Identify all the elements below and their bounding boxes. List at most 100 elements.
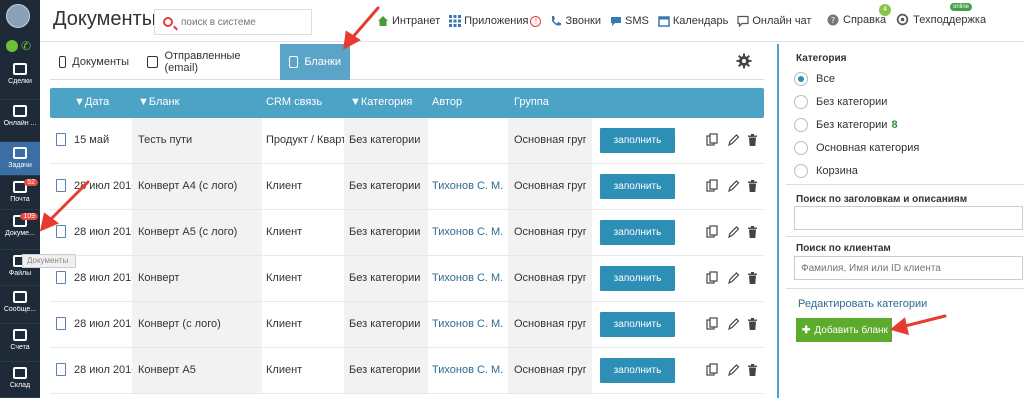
fill-button[interactable]: заполнить xyxy=(600,220,675,245)
rail-item-1[interactable]: Сделки xyxy=(0,58,40,100)
edit-pencil-icon[interactable] xyxy=(727,225,740,239)
category-radio[interactable] xyxy=(794,72,808,86)
rail-item-4[interactable]: Почта 52 xyxy=(0,176,40,210)
copy-icon[interactable] xyxy=(706,179,719,193)
cell-blank[interactable]: Конверт xyxy=(138,256,260,301)
category-label: Категория xyxy=(796,53,847,64)
page-title: Документы xyxy=(53,8,157,30)
help-icon: ? xyxy=(827,14,839,25)
trash-icon[interactable] xyxy=(746,363,759,377)
table-row[interactable]: 28 июл 2016 Конверт (с лого) Клиент Без кат… xyxy=(50,302,764,348)
cell-blank[interactable]: Конверт А4 (с лого) xyxy=(138,164,260,209)
table-row[interactable]: 15 май Тесть пути Продукт / Кварт Без катег… xyxy=(50,118,764,164)
edit-pencil-icon[interactable] xyxy=(727,363,740,377)
edit-pencil-icon[interactable] xyxy=(727,317,740,331)
copy-icon[interactable] xyxy=(706,317,719,331)
document-file-icon xyxy=(56,271,66,284)
copy-icon[interactable] xyxy=(706,133,719,147)
trash-icon[interactable] xyxy=(746,225,759,239)
rail-item-8[interactable]: Счета xyxy=(0,324,40,362)
cell-author[interactable]: Тихонов С. М. xyxy=(432,256,508,301)
col-group[interactable]: Группа xyxy=(514,96,549,108)
trash-icon[interactable] xyxy=(746,179,759,193)
edit-pencil-icon[interactable] xyxy=(727,179,740,193)
search-titles-input[interactable] xyxy=(794,206,1023,230)
nav-help[interactable]: ? Справка xyxy=(827,14,886,26)
nav-sms[interactable]: SMS xyxy=(610,15,649,27)
table-row[interactable]: 28 июл 2016 Конверт А4 (с лого) Клиент Без … xyxy=(50,164,764,210)
search-clients-input[interactable] xyxy=(794,256,1023,280)
category-option-label: Основная категория xyxy=(816,142,920,154)
nav-calendar[interactable]: Календарь xyxy=(658,15,728,27)
col-author[interactable]: Автор xyxy=(432,96,462,108)
tab-sent-email[interactable]: Отправленные (email) xyxy=(138,44,280,80)
cell-blank[interactable]: Конверт (с лого) xyxy=(138,302,260,347)
fill-button[interactable]: заполнить xyxy=(600,358,675,383)
trash-icon[interactable] xyxy=(746,317,759,331)
cell-author[interactable]: Тихонов С. М. xyxy=(432,302,508,347)
category-option[interactable]: Основная категория xyxy=(816,142,919,154)
fill-button[interactable]: заполнить xyxy=(600,266,675,291)
copy-icon[interactable] xyxy=(706,271,719,285)
app-window: ✆ Сделки Онлайн ... Задачи Почта 52 Докуме...… xyxy=(0,0,1024,398)
rail-item-5[interactable]: Докуме... 109 xyxy=(0,210,40,250)
copy-icon[interactable] xyxy=(706,363,719,377)
tab-blanks[interactable]: Бланки xyxy=(280,44,350,80)
category-radio[interactable] xyxy=(794,164,808,178)
divider xyxy=(786,184,1024,185)
phone-icon[interactable]: ✆ xyxy=(21,39,33,53)
category-radio[interactable] xyxy=(794,95,808,109)
edit-pencil-icon[interactable] xyxy=(727,271,740,285)
search-input[interactable] xyxy=(181,14,306,30)
fill-button[interactable]: заполнить xyxy=(600,128,675,153)
tab-documents[interactable]: Документы xyxy=(50,44,138,80)
cell-author[interactable]: Тихонов С. М. xyxy=(432,164,508,209)
category-option[interactable]: Без категории 8 xyxy=(816,119,898,131)
edit-categories-link[interactable]: Редактировать категории xyxy=(798,298,927,310)
cell-crm: Клиент xyxy=(266,180,303,192)
nav-apps[interactable]: Приложения ! xyxy=(449,15,542,27)
category-radio[interactable] xyxy=(794,118,808,132)
trash-icon[interactable] xyxy=(746,271,759,285)
category-option[interactable]: Корзина xyxy=(816,165,858,177)
user-avatar[interactable] xyxy=(6,4,30,28)
cell-group: Основная групп xyxy=(514,318,586,330)
col-date[interactable]: ▼Дата xyxy=(74,96,109,108)
cell-author[interactable] xyxy=(432,118,508,163)
rail-item-9[interactable]: Склад xyxy=(0,362,40,398)
edit-pencil-icon[interactable] xyxy=(727,133,740,147)
add-blank-button[interactable]: ✚ Добавить бланк xyxy=(796,318,892,342)
category-option[interactable]: Без категории xyxy=(816,96,887,108)
global-search[interactable] xyxy=(154,9,312,35)
rail-icon xyxy=(13,367,27,379)
category-option[interactable]: Все xyxy=(816,73,835,85)
trash-icon[interactable] xyxy=(746,133,759,147)
table-row[interactable]: 28 июл 2016 Конверт А5 Клиент Без категории… xyxy=(50,348,764,394)
rail-item-7[interactable]: Сообще... xyxy=(0,286,40,324)
nav-online-chat[interactable]: Онлайн чат xyxy=(737,15,811,27)
cell-category: Без категории xyxy=(349,272,421,284)
table-row[interactable]: 28 июл 2016 Конверт А5 (с лого) Клиент Без … xyxy=(50,210,764,256)
cell-blank[interactable]: Конверт А5 xyxy=(138,348,260,393)
table-row[interactable]: 28 июл 2016 Конверт Клиент Без категории Тих… xyxy=(50,256,764,302)
category-radio[interactable] xyxy=(794,141,808,155)
fill-button[interactable]: заполнить xyxy=(600,312,675,337)
cell-author[interactable]: Тихонов С. М. xyxy=(432,348,508,393)
cell-blank[interactable]: Конверт А5 (с лого) xyxy=(138,210,260,255)
rail-item-2[interactable]: Онлайн ... xyxy=(0,100,40,142)
cell-author[interactable]: Тихонов С. М. xyxy=(432,210,508,255)
rail-icon xyxy=(13,105,27,117)
nav-intranet[interactable]: Интранет xyxy=(377,15,440,27)
globe-icon[interactable] xyxy=(6,40,18,52)
copy-icon[interactable] xyxy=(706,225,719,239)
col-category[interactable]: ▼Категория xyxy=(350,96,412,108)
nav-support[interactable]: Техподдержка xyxy=(896,13,986,26)
cell-blank[interactable]: Тесть пути xyxy=(138,118,260,163)
col-crm[interactable]: CRM связь xyxy=(266,96,322,108)
col-blank[interactable]: ▼Бланк xyxy=(138,96,179,108)
fill-button[interactable]: заполнить xyxy=(600,174,675,199)
rail-icon xyxy=(13,329,27,341)
rail-item-3[interactable]: Задачи xyxy=(0,142,40,176)
nav-calls[interactable]: Звонки xyxy=(550,15,601,27)
settings-gear-icon[interactable] xyxy=(736,53,752,69)
